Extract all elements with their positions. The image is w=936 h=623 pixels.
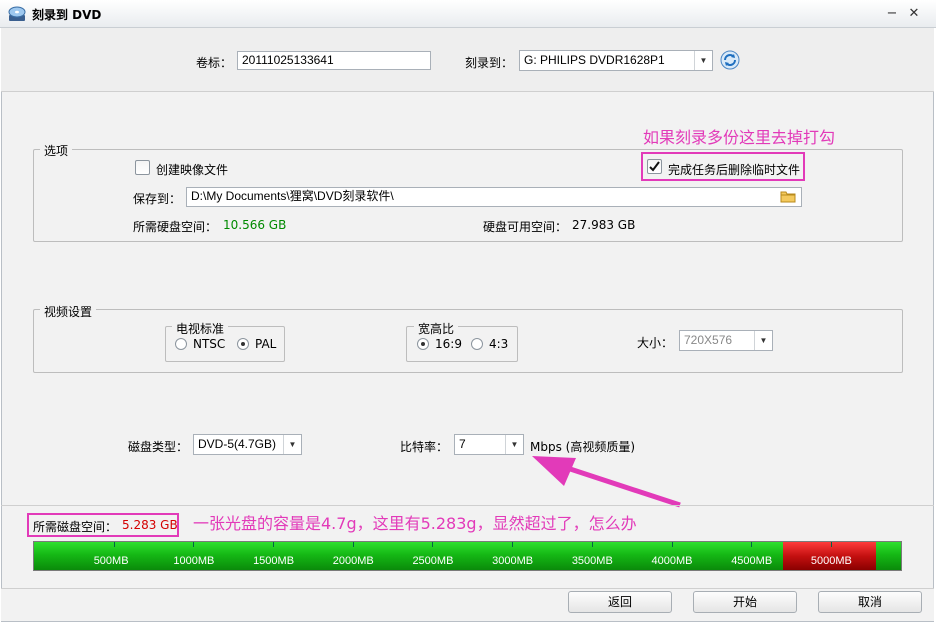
chevron-down-icon: ▼ — [283, 435, 301, 454]
title-bar: 刻录到 DVD − ✕ — [0, 0, 936, 28]
video-settings-title: 视频设置 — [40, 303, 97, 320]
capacity-tick-mark — [671, 542, 673, 547]
ratio-16-9-radio[interactable] — [417, 338, 429, 350]
minimize-button[interactable]: − — [884, 6, 900, 22]
refresh-icon[interactable] — [720, 50, 740, 70]
capacity-tick-mark — [830, 542, 832, 547]
pal-radio[interactable] — [237, 338, 249, 350]
close-button[interactable]: ✕ — [906, 6, 922, 22]
section-divider — [1, 505, 934, 506]
needed-space-label: 所需硬盘空间： — [133, 220, 218, 234]
ntsc-radio[interactable] — [175, 338, 187, 350]
capacity-tick-mark — [432, 542, 434, 547]
ratio-4-3-radio[interactable] — [471, 338, 483, 350]
ratio-4-3-label: 4:3 — [489, 337, 509, 351]
capacity-tick-label: 2000MB — [332, 555, 374, 567]
main-panel — [1, 28, 934, 588]
chevron-down-icon: ▼ — [754, 331, 772, 350]
capacity-tick-label: 1000MB — [173, 555, 215, 567]
create-image-checkbox[interactable] — [135, 160, 150, 175]
folder-icon[interactable] — [780, 189, 796, 203]
save-to-label: 保存到： — [133, 192, 182, 206]
capacity-tick-label: 4500MB — [731, 555, 773, 567]
capacity-tick-label: 1500MB — [253, 555, 295, 567]
required-space-label: 所需磁盘空间： — [33, 520, 118, 534]
capacity-tick-label: 2500MB — [412, 555, 454, 567]
pal-label: PAL — [255, 337, 277, 351]
burn-drive-select[interactable]: G: PHILIPS DVDR1628P1 ▼ — [519, 50, 713, 71]
check-icon — [649, 161, 660, 172]
capacity-tick-mark — [591, 542, 593, 547]
size-select[interactable]: 720X576 ▼ — [679, 330, 773, 351]
annotation-bottom: 一张光盘的容量是4.7g，这里有5.283g，显然超过了，怎么办 — [193, 514, 637, 533]
disc-type-label: 磁盘类型： — [128, 440, 189, 454]
available-space-value: 27.983 GB — [572, 218, 636, 232]
bitrate-select[interactable]: 7 ▼ — [454, 434, 524, 455]
capacity-tick-mark — [193, 542, 195, 547]
capacity-bar: 500MB 1000MB 1500MB 2000MB 2500MB 3000MB 3500M… — [33, 541, 902, 571]
window-title: 刻录到 DVD — [32, 8, 102, 22]
size-value: 720X576 — [684, 333, 733, 347]
required-space-value: 5.283 GB — [122, 518, 178, 532]
capacity-tick-mark — [512, 542, 514, 547]
start-button[interactable]: 开始 — [693, 591, 797, 613]
dvd-burn-icon — [8, 6, 26, 22]
size-label: 大小： — [637, 336, 674, 350]
needed-space-value: 10.566 GB — [223, 218, 287, 232]
cancel-button[interactable]: 取消 — [818, 591, 922, 613]
available-space-label: 硬盘可用空间： — [483, 220, 568, 234]
tv-standard-title: 电视标准 — [172, 320, 229, 337]
ntsc-label: NTSC — [193, 337, 226, 351]
save-path-input[interactable]: D:\My Documents\狸窝\DVD刻录软件\ — [186, 187, 802, 207]
capacity-tick-label: 4000MB — [651, 555, 693, 567]
delete-temp-checkbox[interactable] — [647, 159, 662, 174]
aspect-ratio-title: 宽高比 — [414, 320, 459, 337]
chevron-down-icon: ▼ — [694, 51, 712, 70]
capacity-tick-label: 3000MB — [492, 555, 534, 567]
disc-type-select[interactable]: DVD-5(4.7GB) ▼ — [193, 434, 302, 455]
capacity-tick-mark — [352, 542, 354, 547]
bitrate-value: 7 — [459, 437, 466, 451]
burn-drive-value: G: PHILIPS DVDR1628P1 — [524, 53, 665, 67]
capacity-tick-mark — [751, 542, 753, 547]
capacity-tick-mark — [113, 542, 115, 547]
create-image-label: 创建映像文件 — [156, 163, 229, 177]
back-button[interactable]: 返回 — [568, 591, 672, 613]
capacity-tick-label: 3500MB — [571, 555, 613, 567]
annotation-top: 如果刻录多份这里去掉打勾 — [643, 128, 836, 147]
capacity-tick-mark — [273, 542, 275, 547]
delete-temp-label: 完成任务后删除临时文件 — [668, 163, 801, 177]
capacity-tick-label: 5000MB — [810, 555, 852, 567]
volume-label: 卷标： — [196, 56, 233, 70]
ratio-16-9-label: 16:9 — [435, 337, 462, 351]
volume-input[interactable]: 20111025133641 — [237, 51, 431, 70]
bitrate-label: 比特率： — [400, 440, 449, 454]
options-title: 选项 — [40, 142, 73, 159]
disc-type-value: DVD-5(4.7GB) — [198, 437, 277, 451]
burn-to-label: 刻录到： — [465, 56, 514, 70]
capacity-tick-label: 500MB — [93, 555, 129, 567]
